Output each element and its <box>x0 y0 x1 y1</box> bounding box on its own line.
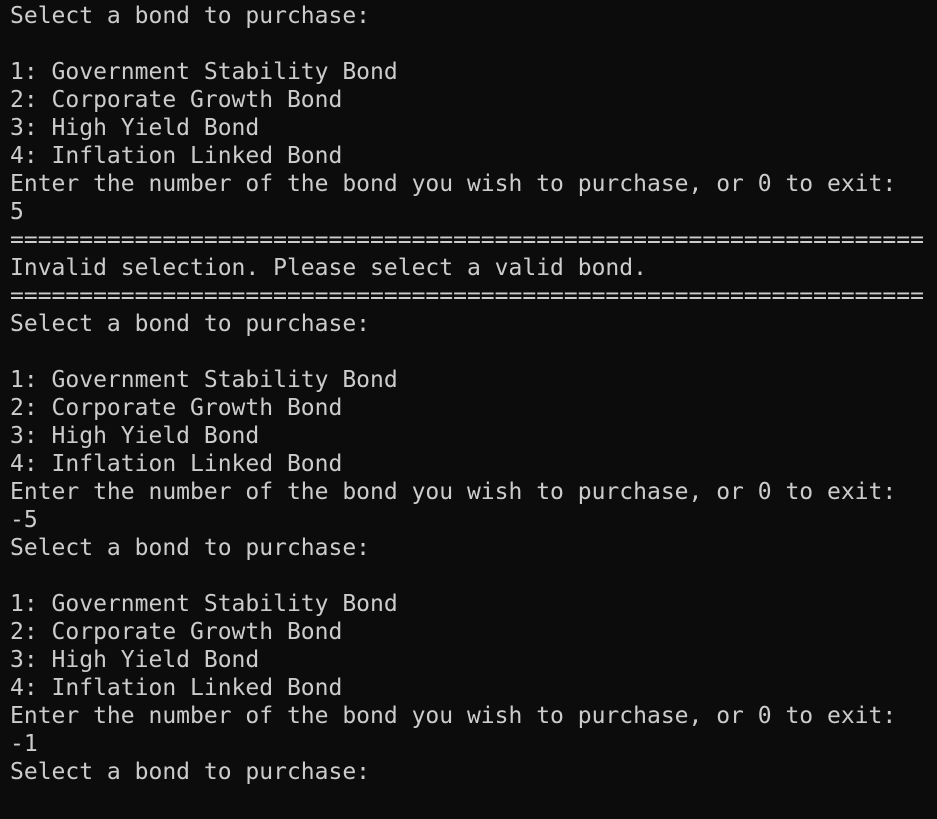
separator-line: ========================================… <box>10 283 924 309</box>
prompt-heading: Select a bond to purchase: <box>10 535 371 561</box>
bond-option: 4: Inflation Linked Bond <box>10 675 343 701</box>
prompt-heading: Select a bond to purchase: <box>10 311 371 337</box>
input-prompt: Enter the number of the bond you wish to… <box>10 171 897 197</box>
user-input: -5 <box>10 507 38 533</box>
bond-option: 4: Inflation Linked Bond <box>10 143 343 169</box>
bond-option: 4: Inflation Linked Bond <box>10 451 343 477</box>
user-input: 5 <box>10 199 24 225</box>
terminal-window[interactable]: Select a bond to purchase: 1: Government… <box>0 0 937 819</box>
bond-option: 2: Corporate Growth Bond <box>10 395 343 421</box>
error-message: Invalid selection. Please select a valid… <box>10 255 647 281</box>
input-prompt: Enter the number of the bond you wish to… <box>10 703 897 729</box>
terminal-output: Select a bond to purchase: 1: Government… <box>10 2 937 786</box>
bond-option: 1: Government Stability Bond <box>10 591 398 617</box>
bond-option: 2: Corporate Growth Bond <box>10 619 343 645</box>
bond-option: 1: Government Stability Bond <box>10 367 398 393</box>
bond-option: 2: Corporate Growth Bond <box>10 87 343 113</box>
bond-option: 3: High Yield Bond <box>10 115 260 141</box>
prompt-heading: Select a bond to purchase: <box>10 759 371 785</box>
prompt-heading: Select a bond to purchase: <box>10 3 371 29</box>
user-input: -1 <box>10 731 38 757</box>
input-prompt: Enter the number of the bond you wish to… <box>10 479 897 505</box>
separator-line: ========================================… <box>10 227 924 253</box>
bond-option: 1: Government Stability Bond <box>10 59 398 85</box>
bond-option: 3: High Yield Bond <box>10 647 260 673</box>
bond-option: 3: High Yield Bond <box>10 423 260 449</box>
